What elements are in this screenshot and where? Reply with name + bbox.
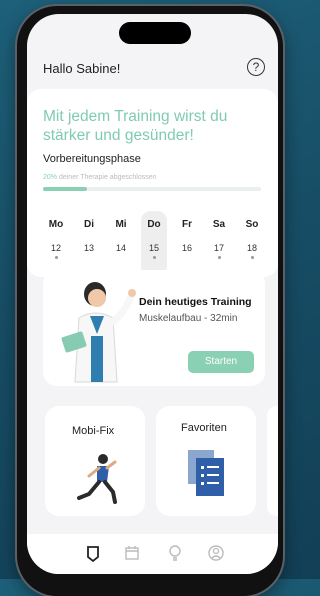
day-sa[interactable]: Sa 17 [206, 211, 232, 277]
day-name: Mo [48, 219, 64, 230]
training-card[interactable]: Dein heutiges Training Muskelaufbau - 32… [43, 270, 265, 386]
folder-icon [188, 450, 224, 496]
day-fr[interactable]: Fr 16 [174, 211, 200, 277]
day-date: 13 [83, 243, 94, 253]
progress-suffix: deiner Therapie abgeschlossen [57, 174, 157, 181]
day-dot [217, 256, 221, 259]
day-date: 17 [213, 243, 224, 253]
greeting: Hallo Sabine! [43, 61, 121, 76]
day-name: Di [84, 219, 94, 230]
tile-favorites[interactable]: Favoriten [156, 406, 256, 516]
notch [119, 22, 191, 44]
phase-title: Vorbereitungsphase [43, 153, 141, 165]
tab-bar [27, 534, 278, 574]
day-name: Do [147, 219, 161, 230]
profile-icon[interactable] [205, 542, 227, 564]
day-date: 15 [148, 243, 159, 253]
tile-mobifix-label: Mobi-Fix [72, 425, 115, 437]
day-name: Sa [212, 219, 226, 230]
week-calendar: Mo 12 Di 13 Mi 14 Do 15 Fr 16 Sa 17 So 18 [41, 211, 267, 277]
day-mo[interactable]: Mo 12 [43, 211, 69, 277]
day-so[interactable]: So 18 [239, 211, 265, 277]
day-di[interactable]: Di 13 [76, 211, 102, 277]
tile-favorites-label: Favoriten [181, 422, 227, 434]
day-do[interactable]: Do 15 [141, 211, 167, 277]
day-date: 14 [115, 243, 126, 253]
shield-icon[interactable] [82, 542, 104, 564]
day-date: 16 [181, 243, 192, 253]
tile-partial[interactable] [267, 406, 278, 516]
motivation-text: Mit jedem Training wirst du stärker und … [43, 108, 228, 144]
day-name: So [245, 219, 259, 230]
day-name: Fr [182, 219, 192, 230]
day-date: 18 [246, 243, 257, 253]
start-button[interactable]: Starten [188, 351, 254, 373]
app-screen: Hallo Sabine! ? Mit jedem Training wirst… [27, 14, 278, 574]
training-title: Dein heutiges Training [139, 296, 252, 308]
day-mi[interactable]: Mi 14 [108, 211, 134, 277]
day-dot [54, 256, 58, 259]
help-icon[interactable]: ? [247, 58, 265, 76]
progress-bar [43, 187, 261, 191]
day-dot [152, 256, 156, 259]
runner-illustration [77, 454, 117, 504]
day-date: 12 [50, 243, 61, 253]
day-dot [250, 256, 254, 259]
day-name: Mi [115, 219, 127, 230]
progress-text: 20% deiner Therapie abgeschlossen [43, 174, 157, 181]
bulb-icon[interactable] [164, 542, 186, 564]
training-subtitle: Muskelaufbau - 32min [139, 313, 238, 324]
doctor-illustration [61, 282, 136, 383]
calendar-icon[interactable] [121, 542, 143, 564]
progress-fill [43, 187, 87, 191]
tile-mobifix[interactable]: Mobi-Fix [45, 406, 145, 516]
progress-percent: 20% [43, 174, 58, 181]
